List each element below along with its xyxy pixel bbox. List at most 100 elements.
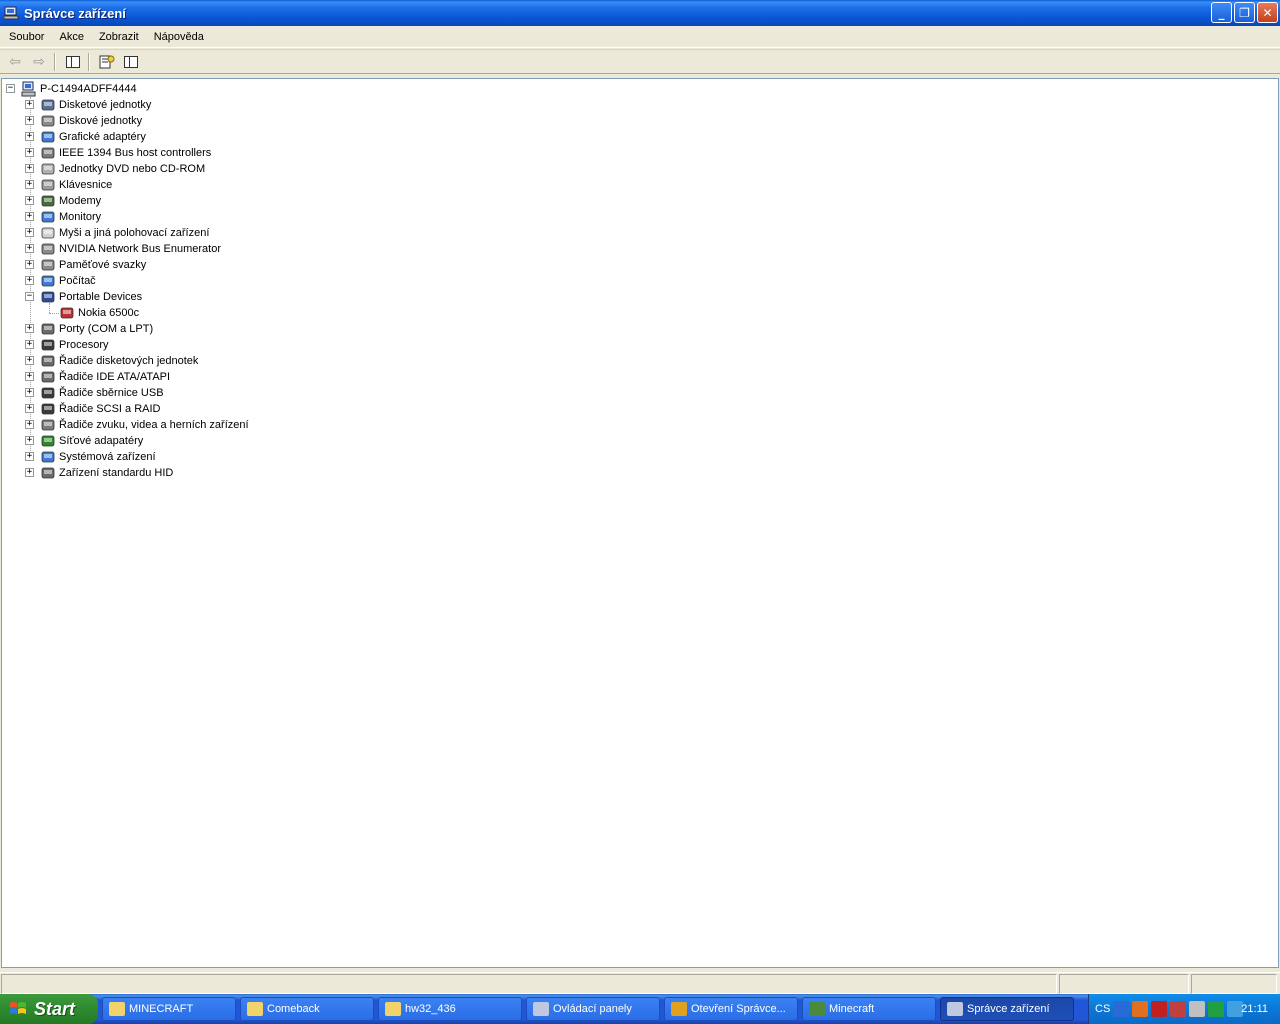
folder-icon (109, 1002, 125, 1016)
tree-category[interactable]: + Počítač (25, 273, 96, 289)
expand-toggle[interactable]: + (25, 356, 34, 365)
keyboard-icon (40, 177, 56, 193)
taskbar-button[interactable]: Ovládací panely (526, 997, 660, 1021)
expand-toggle[interactable]: + (25, 340, 34, 349)
tree-category[interactable]: + Modemy (25, 193, 101, 209)
tree-category[interactable]: + Síťové adapatéry (25, 433, 143, 449)
tree-category-label: Počítač (59, 275, 96, 287)
menu-action[interactable]: Akce (53, 31, 89, 43)
taskbar-button[interactable]: Otevření Správce... (664, 997, 798, 1021)
menu-file[interactable]: Soubor (3, 31, 50, 43)
expand-toggle[interactable]: + (25, 212, 34, 221)
tree-category[interactable]: + Klávesnice (25, 177, 112, 193)
close-button[interactable]: ✕ (1257, 2, 1278, 23)
taskbar-button[interactable]: Správce zařízení (940, 997, 1074, 1021)
expand-toggle[interactable]: + (25, 132, 34, 141)
tree-category[interactable]: + Disketové jednotky (25, 97, 151, 113)
modem-icon (40, 193, 56, 209)
taskbar-button[interactable]: Minecraft (802, 997, 936, 1021)
start-button[interactable]: Start (0, 994, 98, 1024)
taskbar-button[interactable]: Comeback (240, 997, 374, 1021)
tree-category[interactable]: + Řadiče SCSI a RAID (25, 401, 160, 417)
pane-icon (124, 55, 138, 68)
tree-category[interactable]: + Myši a jiná polohovací zařízení (25, 225, 209, 241)
expand-toggle[interactable]: + (25, 116, 34, 125)
title-bar[interactable]: Správce zařízení _ ❐ ✕ (0, 0, 1280, 26)
tree-category[interactable]: + Řadiče IDE ATA/ATAPI (25, 369, 170, 385)
tree-category[interactable]: + Řadiče sběrnice USB (25, 385, 164, 401)
tree-category[interactable]: + Řadiče zvuku, videa a herních zařízení (25, 417, 249, 433)
show-hide-console-tree-button[interactable] (62, 52, 84, 72)
tree-category[interactable]: + Jednotky DVD nebo CD-ROM (25, 161, 205, 177)
tree-category-label: Systémová zařízení (59, 451, 156, 463)
forward-button[interactable]: ⇨ (28, 52, 50, 72)
tree-category[interactable]: + Řadiče disketových jednotek (25, 353, 198, 369)
properties-button[interactable] (96, 52, 118, 72)
expand-toggle[interactable]: + (25, 244, 34, 253)
monitor-icon (40, 209, 56, 225)
expand-toggle[interactable]: + (25, 180, 34, 189)
device-tree[interactable]: − P-C1494ADFF4444 + Disketové jednotky + Disk… (1, 78, 1279, 968)
expand-toggle[interactable]: + (25, 420, 34, 429)
help-pane-button[interactable] (120, 52, 142, 72)
collapse-toggle[interactable]: − (25, 292, 34, 301)
arrow-left-icon: ⇦ (9, 53, 21, 70)
expand-toggle[interactable]: + (25, 164, 34, 173)
language-indicator[interactable]: CS (1095, 1003, 1110, 1015)
tree-device[interactable]: Nokia 6500c (59, 305, 139, 321)
expand-toggle[interactable]: + (25, 372, 34, 381)
tool-icon[interactable] (1170, 1001, 1187, 1017)
tree-category-label: Paměťové svazky (59, 259, 147, 271)
expand-toggle[interactable]: + (25, 388, 34, 397)
chevron-left-icon[interactable] (1113, 1001, 1130, 1017)
app-icon[interactable] (1132, 1001, 1149, 1017)
floppy-icon (40, 97, 56, 113)
menu-help[interactable]: Nápověda (148, 31, 210, 43)
tree-category[interactable]: + Systémová zařízení (25, 449, 156, 465)
expand-toggle[interactable]: + (25, 260, 34, 269)
taskbar-button-label: Otevření Správce... (691, 1003, 786, 1015)
tree-category[interactable]: + Procesory (25, 337, 109, 353)
expand-toggle[interactable]: + (25, 196, 34, 205)
restore-button[interactable]: ❐ (1234, 2, 1255, 23)
ide-controller-icon (40, 369, 56, 385)
tree-category[interactable]: + Porty (COM a LPT) (25, 321, 153, 337)
expand-toggle[interactable]: + (25, 148, 34, 157)
acrobat-icon[interactable] (1151, 1001, 1168, 1017)
tree-category[interactable]: + IEEE 1394 Bus host controllers (25, 145, 211, 161)
device-manager-icon (3, 5, 20, 21)
expand-toggle[interactable]: + (25, 452, 34, 461)
tree-line (49, 313, 59, 314)
tree-device-label: Nokia 6500c (78, 307, 140, 319)
tree-category[interactable]: + Diskové jednotky (25, 113, 142, 129)
toolbar-separator (54, 52, 56, 71)
tree-category-label: IEEE 1394 Bus host controllers (59, 147, 212, 159)
tree-root[interactable]: − P-C1494ADFF4444 (6, 81, 137, 97)
taskbar-button-label: Ovládací panely (553, 1003, 632, 1015)
tree-category[interactable]: + Zařízení standardu HID (25, 465, 173, 481)
collapse-toggle[interactable]: − (6, 84, 15, 93)
back-button[interactable]: ⇦ (4, 52, 26, 72)
expand-toggle[interactable]: + (25, 436, 34, 445)
expand-toggle[interactable]: + (25, 100, 34, 109)
volume-icon[interactable] (1189, 1001, 1206, 1017)
expand-toggle[interactable]: + (25, 324, 34, 333)
security-icon[interactable] (1208, 1001, 1225, 1017)
expand-toggle[interactable]: + (25, 468, 34, 477)
minimize-button[interactable]: _ (1211, 2, 1232, 23)
tree-category[interactable]: + NVIDIA Network Bus Enumerator (25, 241, 221, 257)
taskbar-button[interactable]: MINECRAFT (102, 997, 236, 1021)
tree-category[interactable]: + Grafické adaptéry (25, 129, 146, 145)
tree-category[interactable]: + Paměťové svazky (25, 257, 146, 273)
taskbar-button[interactable]: hw32_436 (378, 997, 522, 1021)
clock[interactable]: 21:11 (1241, 1003, 1268, 1015)
expand-toggle[interactable]: + (25, 276, 34, 285)
tree-category[interactable]: + Monitory (25, 209, 101, 225)
system-tray: CS 21:11 (1088, 994, 1280, 1024)
menu-view[interactable]: Zobrazit (93, 31, 145, 43)
taskbar-button-label: MINECRAFT (129, 1003, 194, 1015)
system-device-icon (40, 449, 56, 465)
expand-toggle[interactable]: + (25, 404, 34, 413)
expand-toggle[interactable]: + (25, 228, 34, 237)
tree-category[interactable]: − Portable Devices (25, 289, 142, 305)
